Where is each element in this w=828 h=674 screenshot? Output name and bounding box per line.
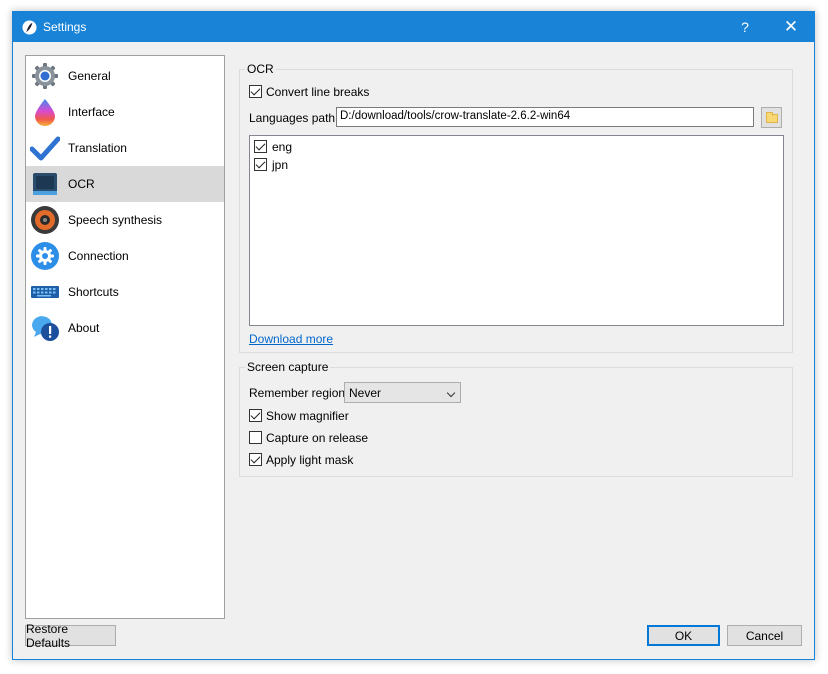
app-logo-icon [22, 20, 37, 35]
screen-capture-group-title: Screen capture [245, 360, 331, 374]
sidebar-item-label: General [68, 69, 111, 83]
folder-icon [766, 112, 778, 123]
convert-line-breaks-label: Convert line breaks [266, 85, 370, 99]
sidebar-item-general[interactable]: General [26, 58, 224, 94]
speaker-icon [31, 206, 59, 234]
title-bar[interactable]: Settings ? ✕ [13, 12, 814, 42]
language-jpn-label: jpn [272, 158, 289, 172]
paint-drop-icon [35, 99, 55, 126]
sidebar-item-about[interactable]: About [26, 310, 224, 346]
sidebar-item-label: Speech synthesis [68, 213, 163, 227]
download-more-link[interactable]: Download more [249, 332, 333, 346]
languages-path-input[interactable]: D:/download/tools/crow-translate-2.6.2-w… [336, 107, 754, 127]
apply-light-mask-checkbox[interactable] [249, 453, 262, 466]
apply-light-mask-label: Apply light mask [266, 453, 354, 467]
languages-path-label: Languages path: [249, 111, 339, 125]
restore-defaults-button[interactable]: Restore Defaults [25, 622, 116, 650]
sidebar-item-connection[interactable]: Connection [26, 238, 224, 274]
settings-sidebar: General Interface Translation OCR Speech… [25, 55, 225, 619]
sidebar-item-label: Interface [68, 105, 115, 119]
sidebar-item-label: Connection [68, 249, 129, 263]
sidebar-item-ocr[interactable]: OCR [26, 166, 224, 202]
chevron-down-icon [446, 388, 456, 398]
sidebar-item-label: About [68, 321, 100, 335]
settings-window: Settings ? ✕ General Interface Translati… [12, 11, 815, 660]
scanner-icon [33, 173, 57, 195]
capture-on-release-label: Capture on release [266, 431, 369, 445]
sidebar-item-speech-synthesis[interactable]: Speech synthesis [26, 202, 224, 238]
show-magnifier-label: Show magnifier [266, 409, 349, 423]
sidebar-item-translation[interactable]: Translation [26, 130, 224, 166]
info-chat-icon [32, 316, 59, 341]
remember-region-value: Never [349, 386, 382, 400]
language-eng-checkbox[interactable] [254, 140, 267, 153]
sidebar-item-label: OCR [68, 177, 95, 191]
ocr-group-title: OCR [245, 62, 276, 76]
connection-gear-icon [31, 242, 59, 270]
browse-folder-button[interactable] [761, 107, 782, 128]
checkmark-icon [30, 136, 60, 161]
keyboard-icon [31, 286, 59, 298]
language-jpn-checkbox[interactable] [254, 158, 267, 171]
show-magnifier-checkbox[interactable] [249, 409, 262, 422]
language-eng-label: eng [272, 140, 293, 154]
convert-line-breaks-checkbox[interactable] [249, 85, 262, 98]
sidebar-item-shortcuts[interactable]: Shortcuts [26, 274, 224, 310]
sidebar-item-label: Translation [68, 141, 127, 155]
ok-button[interactable]: OK [647, 625, 720, 646]
remember-region-label: Remember region: [249, 386, 349, 400]
window-title: Settings [43, 20, 87, 34]
sidebar-item-label: Shortcuts [68, 285, 119, 299]
capture-on-release-checkbox[interactable] [249, 431, 262, 444]
cancel-button[interactable]: Cancel [727, 625, 802, 646]
remember-region-select[interactable]: Never [344, 382, 461, 403]
close-button[interactable]: ✕ [769, 12, 813, 42]
help-button[interactable]: ? [723, 12, 767, 42]
languages-list[interactable]: eng jpn [249, 135, 784, 326]
sidebar-item-interface[interactable]: Interface [26, 94, 224, 130]
gear-icon [32, 63, 58, 89]
